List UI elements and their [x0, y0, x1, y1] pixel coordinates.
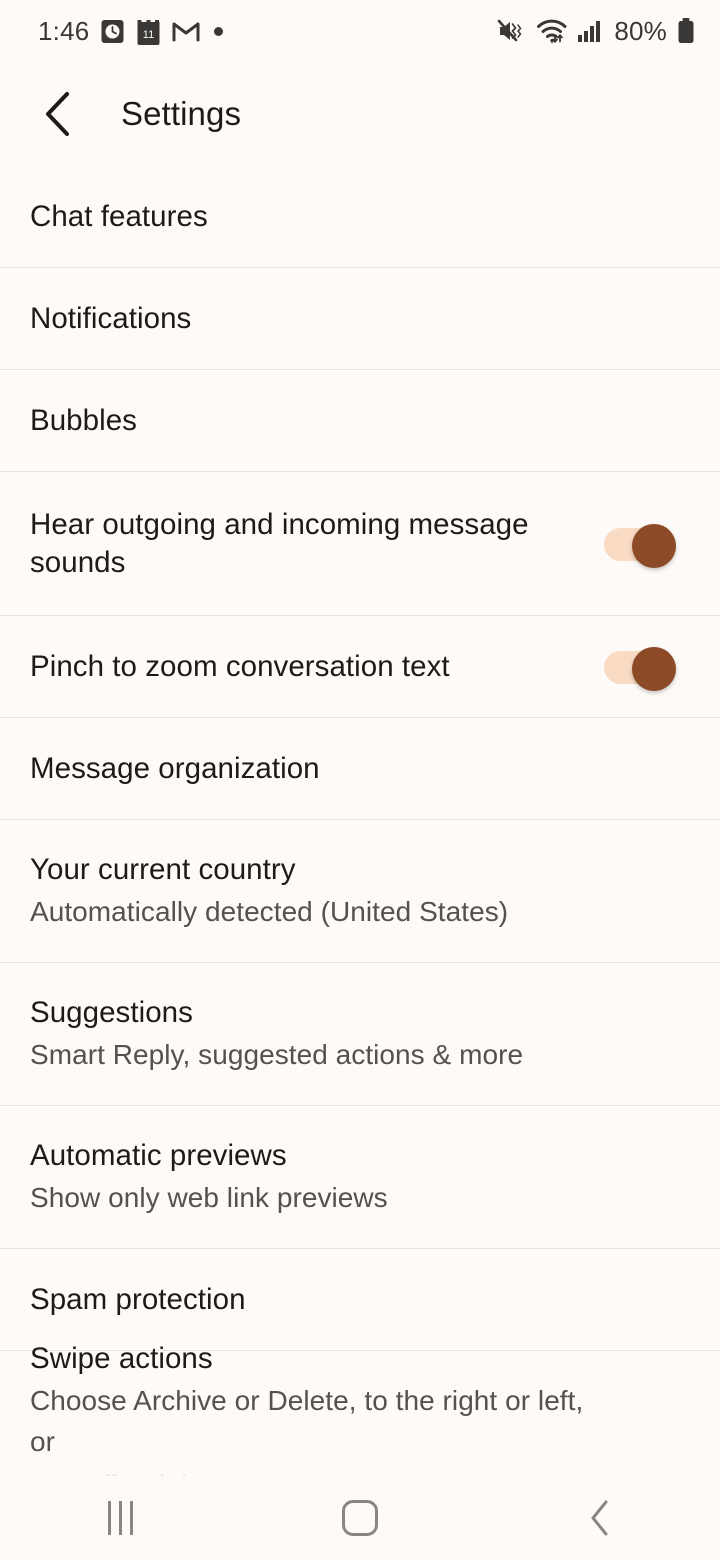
- row-subtitle: Smart Reply, suggested actions & more: [30, 1038, 524, 1070]
- toggle-thumb: [632, 523, 676, 568]
- nav-back-button[interactable]: [540, 1476, 660, 1560]
- home-button[interactable]: [300, 1476, 420, 1560]
- row-text: Pinch to zoom conversation text: [30, 648, 450, 686]
- row-subtitle: Automatically detected (United States): [30, 895, 509, 927]
- gmail-icon: [172, 22, 200, 42]
- notification-dot-icon: [214, 26, 224, 36]
- row-title: Spam protection: [30, 1282, 246, 1316]
- settings-row-message-organization[interactable]: Message organization: [0, 718, 720, 820]
- row-text: Message organization: [30, 750, 320, 788]
- row-subtitle: Choose Archive or Delete, to the right o…: [30, 1385, 584, 1457]
- row-text: Chat features: [30, 198, 208, 236]
- message-sounds-toggle[interactable]: [604, 523, 676, 568]
- row-title: Hear outgoing and incoming message sound…: [30, 507, 529, 579]
- row-text: Suggestions Smart Reply, suggested actio…: [30, 994, 523, 1075]
- settings-row-automatic-previews[interactable]: Automatic previews Show only web link pr…: [0, 1106, 720, 1249]
- mute-vibrate-icon: [498, 19, 522, 42]
- recents-button[interactable]: [60, 1476, 180, 1560]
- settings-screen: 1:46 11 80% Settings Chat features Notif…: [0, 0, 720, 1560]
- row-title: Message organization: [30, 751, 320, 785]
- row-title: Bubbles: [30, 403, 137, 437]
- system-navigation-bar: [0, 1476, 720, 1560]
- settings-list: Chat features Notifications Bubbles Hear…: [0, 166, 720, 1500]
- recents-icon: [107, 1501, 133, 1535]
- status-bar-left: 1:46 11: [38, 15, 224, 47]
- row-text: Hear outgoing and incoming message sound…: [30, 506, 590, 582]
- battery-icon: [678, 18, 694, 43]
- back-button[interactable]: [22, 77, 96, 151]
- status-bar: 1:46 11 80%: [0, 0, 720, 62]
- status-bar-right: 80%: [497, 16, 696, 47]
- page-title: Settings: [121, 95, 242, 132]
- settings-row-current-country[interactable]: Your current country Automatically detec…: [0, 820, 720, 963]
- settings-row-swipe-actions[interactable]: Swipe actions Choose Archive or Delete, …: [0, 1342, 720, 1500]
- row-text: Automatic previews Show only web link pr…: [30, 1137, 388, 1218]
- calendar-day-number: 11: [143, 29, 154, 41]
- row-title: Swipe actions: [30, 1342, 213, 1375]
- settings-row-spam-protection[interactable]: Spam protection: [0, 1249, 720, 1351]
- row-title: Chat features: [30, 199, 208, 233]
- row-subtitle: Show only web link previews: [30, 1181, 388, 1213]
- settings-row-notifications[interactable]: Notifications: [0, 268, 720, 370]
- settings-row-chat-features[interactable]: Chat features: [0, 166, 720, 268]
- row-text: Spam protection: [30, 1281, 246, 1319]
- calendar-icon: 11: [137, 19, 160, 45]
- home-icon: [342, 1500, 378, 1536]
- row-text: Notifications: [30, 300, 191, 338]
- back-icon: [591, 1500, 608, 1536]
- battery-percent: 80%: [614, 15, 667, 46]
- settings-row-suggestions[interactable]: Suggestions Smart Reply, suggested actio…: [0, 963, 720, 1106]
- row-title: Pinch to zoom conversation text: [30, 649, 450, 683]
- cellular-signal-icon: [578, 21, 601, 42]
- row-title: Your current country: [30, 852, 296, 886]
- row-text: Your current country Automatically detec…: [30, 851, 508, 932]
- wifi-icon: [537, 19, 567, 44]
- toggle-thumb: [632, 646, 676, 691]
- settings-row-message-sounds[interactable]: Hear outgoing and incoming message sound…: [0, 472, 720, 616]
- settings-row-bubbles[interactable]: Bubbles: [0, 370, 720, 472]
- settings-row-pinch-to-zoom[interactable]: Pinch to zoom conversation text: [0, 616, 720, 718]
- alarm-clock-icon: [101, 19, 124, 43]
- pinch-to-zoom-toggle[interactable]: [604, 646, 676, 691]
- row-text: Bubbles: [30, 402, 137, 440]
- row-title: Automatic previews: [30, 1138, 287, 1172]
- row-title: Suggestions: [30, 995, 193, 1029]
- chevron-left-icon: [46, 92, 69, 136]
- status-time: 1:46: [38, 15, 90, 46]
- app-header: Settings: [0, 62, 720, 166]
- row-title: Notifications: [30, 301, 192, 335]
